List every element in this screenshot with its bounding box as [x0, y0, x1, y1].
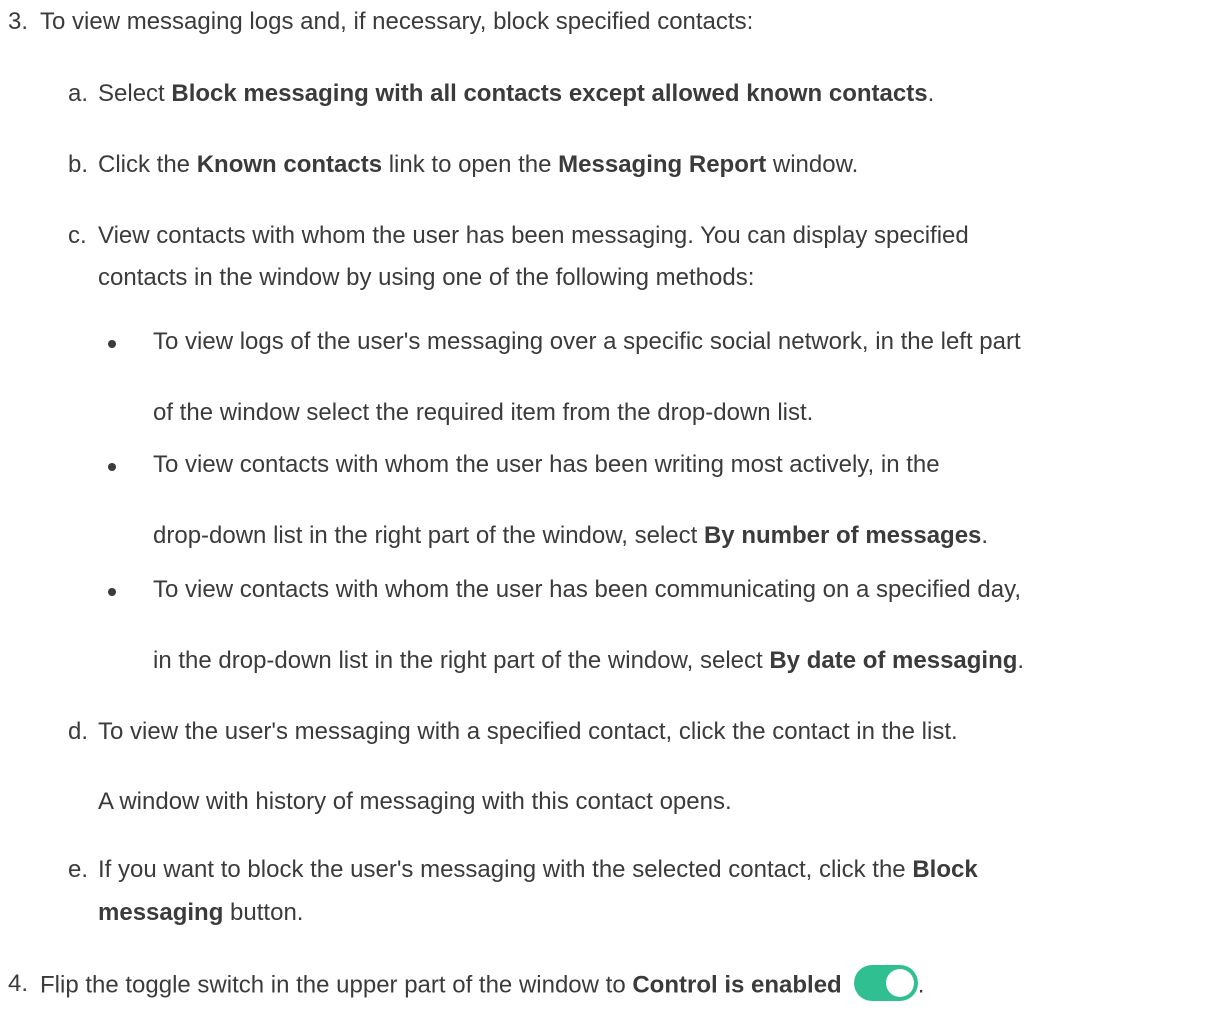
- substep-d-note: A window with history of messaging with …: [98, 788, 732, 815]
- bullet-icon: [108, 588, 116, 596]
- substep-e-marker: e.: [68, 856, 89, 883]
- substep-e-line1: If you want to block the user's messagin…: [98, 856, 978, 883]
- substep-d-text: To view the user's messaging with a spec…: [98, 718, 958, 745]
- substep-c-marker: c.: [68, 222, 87, 249]
- step-4-text: Flip the toggle switch in the upper part…: [40, 965, 924, 1004]
- bullet-2-line1: To view contacts with whom the user has …: [153, 451, 940, 478]
- bullet-icon: [108, 463, 116, 471]
- substep-d-marker: d.: [68, 718, 89, 745]
- substep-a-text: Select Block messaging with all contacts…: [98, 80, 935, 107]
- step-4-marker: 4.: [8, 970, 29, 997]
- bullet-icon: [108, 340, 116, 348]
- bullet-2-line2: drop-down list in the right part of the …: [153, 522, 989, 549]
- bullet-3-line2: in the drop-down list in the right part …: [153, 647, 1025, 674]
- substep-b-marker: b.: [68, 151, 89, 178]
- toggle-knob: [885, 969, 914, 997]
- substep-c-line2: contacts in the window by using one of t…: [98, 264, 755, 291]
- bullet-3-line1: To view contacts with whom the user has …: [153, 576, 1022, 603]
- step-3-text: To view messaging logs and, if necessary…: [40, 8, 754, 35]
- substep-b-text: Click the Known contacts link to open th…: [98, 151, 859, 178]
- bullet-1-line1: To view logs of the user's messaging ove…: [153, 328, 1021, 355]
- toggle-switch-on-icon: [853, 965, 918, 1001]
- step-3-marker: 3.: [8, 8, 29, 35]
- bullet-1-line2: of the window select the required item f…: [153, 399, 814, 426]
- substep-e-line2: messaging button.: [98, 899, 304, 926]
- substep-a-marker: a.: [68, 80, 89, 107]
- substep-c-line1: View contacts with whom the user has bee…: [98, 222, 969, 249]
